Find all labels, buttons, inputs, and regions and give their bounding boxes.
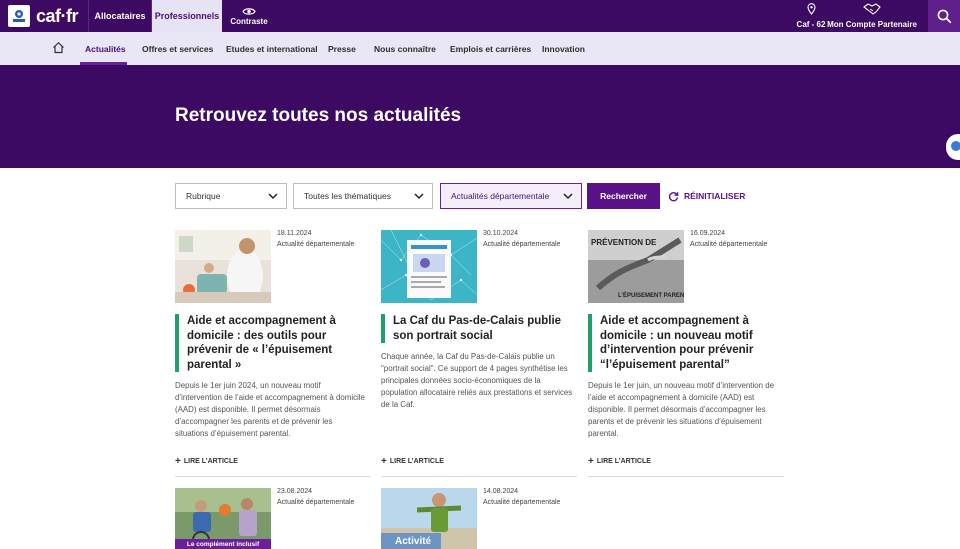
plus-icon: + bbox=[381, 456, 387, 467]
card-title[interactable]: Aide et accompagnement à domicile : des … bbox=[175, 314, 365, 372]
mon-compte-partenaire-button[interactable]: Mon Compte Partenaire bbox=[827, 3, 917, 29]
nav-item-actualites[interactable]: Actualités bbox=[85, 32, 126, 65]
card-date: 14.08.2024 bbox=[483, 488, 519, 495]
tab-allocataires[interactable]: Allocataires bbox=[88, 0, 152, 32]
card-image bbox=[381, 230, 477, 303]
refresh-icon bbox=[668, 191, 679, 201]
card-description: Depuis le 1er juin 2024, un nouveau moti… bbox=[175, 381, 365, 438]
thematiques-select[interactable]: Toutes les thématiques bbox=[293, 183, 433, 209]
search-icon bbox=[937, 9, 951, 23]
card-date: 18.11.2024 bbox=[277, 230, 312, 237]
caf-logo[interactable]: caf·fr bbox=[0, 0, 88, 32]
rubrique-select[interactable]: Rubrique bbox=[175, 183, 287, 209]
card-image: PRÉVENTION DE L’ÉPUISEMENT PARENTAL bbox=[588, 230, 684, 303]
card-category: Actualité départementale bbox=[690, 241, 768, 248]
rubrique-select-value: Rubrique bbox=[186, 191, 221, 201]
thematiques-select-value: Toutes les thématiques bbox=[304, 191, 391, 201]
compte-label: Mon Compte Partenaire bbox=[827, 20, 917, 29]
image-caption-top: PRÉVENTION DE bbox=[591, 238, 657, 247]
tab-professionnels[interactable]: Professionnels bbox=[152, 0, 222, 32]
card-title[interactable]: La Caf du Pas-de-Calais publie son portr… bbox=[381, 314, 571, 343]
location-pin-icon bbox=[806, 3, 816, 15]
news-card[interactable]: PRÉVENTION DE L’ÉPUISEMENT PARENTAL 16.09… bbox=[588, 230, 784, 477]
news-card[interactable]: 30.10.2024 Actualité départementale La C… bbox=[381, 230, 577, 477]
read-article-label: LIRE L’ARTICLE bbox=[183, 458, 238, 465]
main-nav: Actualités Offres et services Etudes et … bbox=[0, 32, 960, 65]
read-article-link[interactable]: + LIRE L’ARTICLE bbox=[381, 456, 444, 467]
read-article-link[interactable]: + LIRE L’ARTICLE bbox=[588, 456, 651, 467]
chevron-down-icon bbox=[414, 193, 424, 200]
eye-icon bbox=[242, 7, 256, 15]
card-description: Depuis le 1er juin, un nouveau motif d’i… bbox=[588, 381, 774, 438]
card-category: Actualité départementale bbox=[277, 499, 355, 506]
caf-emblem-icon bbox=[8, 5, 30, 27]
reinitialiser-label: RÉINITIALISER bbox=[684, 191, 746, 201]
contrast-label: Contraste bbox=[230, 16, 268, 26]
card-category: Actualité départementale bbox=[483, 241, 561, 248]
image-caption-bottom: L’ÉPUISEMENT PARENTAL bbox=[618, 291, 684, 299]
logo-text: caf·fr bbox=[36, 5, 79, 26]
nav-item-presse[interactable]: Presse bbox=[328, 32, 356, 65]
card-divider bbox=[381, 476, 577, 477]
card-date: 23.08.2024 bbox=[277, 488, 313, 495]
card-image bbox=[175, 230, 271, 303]
home-icon[interactable] bbox=[52, 41, 65, 54]
read-article-label: LIRE L’ARTICLE bbox=[596, 458, 651, 465]
card-title[interactable]: Aide et accompagnement à domicile : un n… bbox=[588, 314, 778, 372]
contrast-toggle[interactable]: Contraste bbox=[222, 0, 276, 32]
rechercher-button[interactable]: Rechercher bbox=[587, 183, 660, 209]
card-divider bbox=[175, 476, 371, 477]
card-category: Actualité départementale bbox=[277, 241, 355, 248]
card-date: 16.09.2024 bbox=[690, 230, 726, 237]
nav-item-innovation[interactable]: Innovation bbox=[542, 32, 585, 65]
news-card[interactable]: 18.11.2024 Actualité départementale Aide… bbox=[175, 230, 371, 477]
search-button[interactable] bbox=[928, 0, 960, 32]
card-date: 30.10.2024 bbox=[483, 230, 519, 237]
news-card[interactable]: Activité 14.08.2024 Actualité départemen… bbox=[381, 488, 577, 549]
read-article-link[interactable]: + LIRE L’ARTICLE bbox=[175, 456, 238, 467]
card-description: Chaque année, la Caf du Pas-de-Calais pu… bbox=[381, 352, 573, 409]
card-divider bbox=[588, 476, 784, 477]
reinitialiser-button[interactable]: RÉINITIALISER bbox=[668, 183, 745, 209]
plus-icon: + bbox=[588, 456, 594, 467]
plus-icon: + bbox=[175, 456, 181, 467]
nav-item-nous-connaitre[interactable]: Nous connaître bbox=[374, 32, 436, 65]
nav-item-etudes-international[interactable]: Etudes et international bbox=[226, 32, 318, 65]
actualites-select[interactable]: Actualités départementale bbox=[440, 183, 582, 209]
card-category: Actualité départementale bbox=[483, 499, 561, 506]
handshake-icon bbox=[863, 3, 881, 15]
caf-location-label: Caf - 62 bbox=[796, 20, 826, 29]
card-image: Le complément inclusif bbox=[175, 488, 271, 549]
nav-item-emplois-carrieres[interactable]: Emplois et carrières bbox=[450, 32, 531, 65]
card-image: Activité bbox=[381, 488, 477, 549]
news-card[interactable]: Le complément inclusif 23.08.2024 Actual… bbox=[175, 488, 371, 549]
top-bar: caf·fr Allocataires Professionnels Contr… bbox=[0, 0, 960, 32]
chevron-down-icon bbox=[563, 193, 573, 200]
caf-location-button[interactable]: Caf - 62 bbox=[792, 3, 830, 29]
actualites-select-value: Actualités départementale bbox=[451, 191, 550, 201]
widget-icon bbox=[951, 141, 960, 151]
nav-item-offres-services[interactable]: Offres et services bbox=[142, 32, 213, 65]
chevron-down-icon bbox=[268, 193, 278, 200]
image-badge: Le complément inclusif bbox=[175, 539, 271, 549]
hero-banner: Retrouvez toutes nos actualités bbox=[0, 65, 960, 168]
read-article-label: LIRE L’ARTICLE bbox=[389, 458, 444, 465]
image-badge: Activité bbox=[381, 533, 441, 549]
page-title: Retrouvez toutes nos actualités bbox=[175, 105, 462, 126]
